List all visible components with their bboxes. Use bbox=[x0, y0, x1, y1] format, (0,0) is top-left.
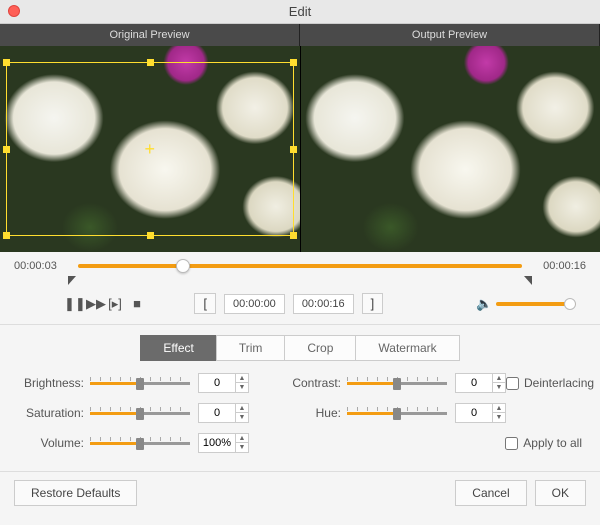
hue-down[interactable]: ▼ bbox=[493, 413, 505, 422]
brightness-down[interactable]: ▼ bbox=[236, 383, 248, 392]
volume-thumb[interactable] bbox=[564, 298, 576, 310]
step-button[interactable]: [▸] bbox=[108, 296, 122, 312]
saturation-down[interactable]: ▼ bbox=[236, 413, 248, 422]
window-traffic-lights bbox=[8, 5, 20, 17]
footer: Restore Defaults Cancel OK bbox=[0, 471, 600, 514]
deinterlacing-label: Deinterlacing bbox=[524, 376, 594, 390]
volume-label: Volume: bbox=[18, 436, 90, 450]
crop-handle-tr[interactable] bbox=[290, 59, 297, 66]
close-window-button[interactable] bbox=[8, 5, 20, 17]
contrast-slider[interactable] bbox=[347, 377, 447, 389]
playback-controls: ❚❚ ▶▶ [▸] ■ [ 00:00:00 00:00:16 ] 🔈 bbox=[0, 287, 600, 325]
crop-rectangle[interactable]: + bbox=[6, 62, 294, 236]
apply-to-all-input[interactable] bbox=[505, 437, 518, 450]
tab-crop[interactable]: Crop bbox=[284, 335, 356, 361]
brightness-up[interactable]: ▲ bbox=[236, 374, 248, 383]
hue-slider[interactable] bbox=[347, 407, 447, 419]
contrast-input[interactable] bbox=[456, 377, 492, 389]
trim-start-marker[interactable] bbox=[68, 276, 76, 285]
brightness-spinner[interactable]: ▲▼ bbox=[198, 373, 249, 393]
trim-out-time[interactable]: 00:00:16 bbox=[293, 294, 354, 314]
timeline-track[interactable] bbox=[78, 264, 522, 268]
contrast-up[interactable]: ▲ bbox=[493, 374, 505, 383]
tab-effect[interactable]: Effect bbox=[140, 335, 216, 361]
tab-watermark[interactable]: Watermark bbox=[355, 335, 459, 361]
crop-handle-br[interactable] bbox=[290, 232, 297, 239]
trim-end-marker[interactable] bbox=[524, 276, 532, 285]
volume-down[interactable]: ▼ bbox=[236, 443, 248, 452]
volume-slider[interactable] bbox=[496, 302, 576, 306]
hue-up[interactable]: ▲ bbox=[493, 404, 505, 413]
contrast-label: Contrast: bbox=[275, 376, 347, 390]
ok-button[interactable]: OK bbox=[535, 480, 586, 506]
volume-icon[interactable]: 🔈 bbox=[476, 296, 490, 312]
contrast-spinner[interactable]: ▲▼ bbox=[455, 373, 506, 393]
brightness-slider[interactable] bbox=[90, 377, 190, 389]
saturation-spinner[interactable]: ▲▼ bbox=[198, 403, 249, 423]
saturation-input[interactable] bbox=[199, 407, 235, 419]
apply-to-all-checkbox[interactable]: Apply to all bbox=[505, 436, 582, 450]
original-preview-label: Original Preview bbox=[0, 24, 300, 46]
crop-center-icon: + bbox=[142, 141, 158, 157]
effects-panel: Brightness: ▲▼ Contrast: ▲▼ Deinterlacin… bbox=[0, 369, 600, 471]
output-preview bbox=[301, 46, 600, 252]
crop-handle-bm[interactable] bbox=[147, 232, 154, 239]
preview-headers: Original Preview Output Preview bbox=[0, 24, 600, 46]
cancel-button[interactable]: Cancel bbox=[455, 480, 526, 506]
apply-to-all-label: Apply to all bbox=[523, 436, 582, 450]
volume-up[interactable]: ▲ bbox=[236, 434, 248, 443]
saturation-up[interactable]: ▲ bbox=[236, 404, 248, 413]
crop-handle-ml[interactable] bbox=[3, 146, 10, 153]
hue-input[interactable] bbox=[456, 407, 492, 419]
crop-handle-mr[interactable] bbox=[290, 146, 297, 153]
window-title: Edit bbox=[289, 4, 311, 19]
titlebar: Edit bbox=[0, 0, 600, 24]
contrast-down[interactable]: ▼ bbox=[493, 383, 505, 392]
timeline-current-time: 00:00:03 bbox=[14, 260, 68, 272]
tab-trim[interactable]: Trim bbox=[216, 335, 286, 361]
hue-spinner[interactable]: ▲▼ bbox=[455, 403, 506, 423]
timeline: 00:00:03 00:00:16 bbox=[0, 252, 600, 287]
brightness-label: Brightness: bbox=[18, 376, 90, 390]
effect-tabs: Effect Trim Crop Watermark bbox=[0, 325, 600, 369]
restore-defaults-button[interactable]: Restore Defaults bbox=[14, 480, 137, 506]
set-trim-out-button[interactable]: ] bbox=[362, 293, 384, 314]
timeline-duration: 00:00:16 bbox=[532, 260, 586, 272]
fast-forward-button[interactable]: ▶▶ bbox=[86, 296, 100, 312]
pause-button[interactable]: ❚❚ bbox=[64, 296, 78, 312]
output-preview-label: Output Preview bbox=[300, 24, 600, 46]
trim-in-time[interactable]: 00:00:00 bbox=[224, 294, 285, 314]
crop-handle-tm[interactable] bbox=[147, 59, 154, 66]
stop-button[interactable]: ■ bbox=[130, 296, 144, 311]
volume-effect-slider[interactable] bbox=[90, 437, 190, 449]
timeline-thumb[interactable] bbox=[176, 259, 190, 273]
saturation-slider[interactable] bbox=[90, 407, 190, 419]
deinterlacing-input[interactable] bbox=[506, 377, 519, 390]
saturation-label: Saturation: bbox=[18, 406, 90, 420]
crop-handle-tl[interactable] bbox=[3, 59, 10, 66]
original-preview[interactable]: + bbox=[0, 46, 301, 252]
volume-spinner[interactable]: ▲▼ bbox=[198, 433, 249, 453]
brightness-input[interactable] bbox=[199, 377, 235, 389]
crop-handle-bl[interactable] bbox=[3, 232, 10, 239]
set-trim-in-button[interactable]: [ bbox=[194, 293, 216, 314]
preview-area: + bbox=[0, 46, 600, 252]
hue-label: Hue: bbox=[275, 406, 347, 420]
volume-input[interactable] bbox=[199, 437, 235, 449]
deinterlacing-checkbox[interactable]: Deinterlacing bbox=[506, 376, 594, 390]
